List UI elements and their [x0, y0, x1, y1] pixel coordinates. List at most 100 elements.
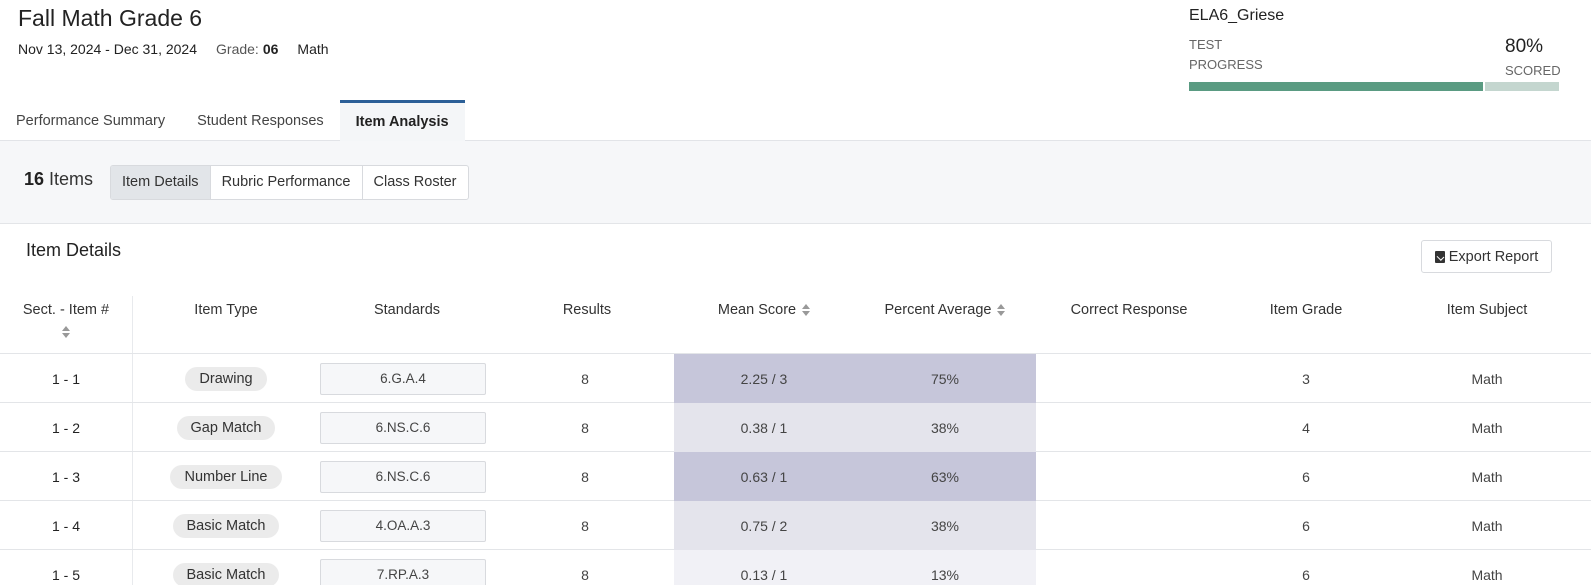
header-percent-average-label: Percent Average: [884, 302, 992, 318]
cell-standards: 6.NS.C.6: [320, 452, 486, 501]
item-analysis-toolbar: 16 Items Item Details Rubric Performance…: [0, 141, 1591, 224]
table-header: Sect. - Item # Item Type Standards Resul…: [0, 296, 1591, 354]
header-results: Results: [562, 302, 612, 318]
cell-mean-score: 0.75 / 2: [674, 501, 854, 550]
export-report-button[interactable]: Export Report: [1421, 240, 1552, 273]
cell-item-subject: Math: [1471, 566, 1503, 583]
table-row[interactable]: 1 - 3 Number Line 6.NS.C.6 8 0.63 / 1 63…: [0, 452, 1591, 501]
cell-correct-response: [1036, 403, 1222, 452]
class-name: ELA6_Griese: [1189, 7, 1285, 24]
cell-item-subject: Math: [1471, 468, 1503, 485]
cell-sect-item: 1 - 2: [51, 419, 80, 436]
cell-standards: 6.G.A.4: [320, 354, 486, 403]
cell-item-grade: 3: [1302, 370, 1310, 387]
sort-icon[interactable]: [997, 304, 1006, 317]
header-sect-item[interactable]: Sect. - Item #: [0, 302, 132, 338]
item-type-badge: Basic Match: [172, 562, 280, 585]
cell-item-type: Drawing: [133, 354, 319, 403]
cell-percent-average: 75%: [854, 354, 1036, 403]
table-row[interactable]: 1 - 5 Basic Match 7.RP.A.3 8 0.13 / 1 13…: [0, 550, 1591, 585]
cell-correct-response: [1036, 550, 1222, 585]
header-item-subject: Item Subject: [1446, 302, 1528, 318]
cell-standards: 7.RP.A.3: [320, 550, 486, 585]
cell-sect-item: 1 - 4: [51, 517, 80, 534]
item-details-table: Sect. - Item # Item Type Standards Resul…: [0, 296, 1591, 585]
view-item-details-button[interactable]: Item Details: [111, 166, 211, 199]
page-title: Fall Math Grade 6: [18, 5, 203, 31]
items-count-number: 16: [24, 169, 45, 189]
progress-percent: 80%: [1505, 36, 1544, 57]
progress-bar: [1189, 82, 1559, 91]
cell-item-grade: 6: [1302, 468, 1310, 485]
table-row[interactable]: 1 - 4 Basic Match 4.OA.A.3 8 0.75 / 2 38…: [0, 501, 1591, 550]
standard-tag[interactable]: 7.RP.A.3: [320, 558, 486, 585]
header-item-grade: Item Grade: [1269, 302, 1343, 318]
assessment-meta: Nov 13, 2024 - Dec 31, 2024 Grade: 06 Ma…: [18, 41, 329, 57]
cell-results: 8: [581, 370, 589, 387]
date-range: Nov 13, 2024 - Dec 31, 2024: [18, 41, 198, 57]
grade-label: Grade:: [216, 41, 259, 57]
item-type-badge: Gap Match: [176, 415, 276, 440]
cell-percent-average: 38%: [854, 501, 1036, 550]
cell-correct-response: [1036, 354, 1222, 403]
cell-standards: 6.NS.C.6: [320, 403, 486, 452]
header-mean-score-label: Mean Score: [717, 302, 797, 318]
subject-label: Math: [297, 41, 329, 57]
view-switcher: Item Details Rubric Performance Class Ro…: [110, 165, 469, 200]
cell-sect-item: 1 - 3: [51, 468, 80, 485]
cell-results: 8: [581, 419, 589, 436]
cell-mean-score: 0.13 / 1: [674, 550, 854, 585]
cell-item-type: Basic Match: [133, 550, 319, 585]
cell-item-type: Gap Match: [133, 403, 319, 452]
view-class-roster-button[interactable]: Class Roster: [363, 166, 468, 199]
assessment-header: Fall Math Grade 6 Nov 13, 2024 - Dec 31,…: [0, 0, 1591, 100]
sort-icon[interactable]: [62, 326, 70, 338]
table-row[interactable]: 1 - 2 Gap Match 6.NS.C.6 8 0.38 / 1 38% …: [0, 403, 1591, 452]
cell-results: 8: [581, 566, 589, 583]
item-type-badge: Basic Match: [172, 513, 280, 538]
header-percent-average[interactable]: Percent Average: [854, 302, 1036, 318]
scored-label: SCORED: [1505, 63, 1561, 78]
cell-mean-score: 0.63 / 1: [674, 452, 854, 501]
cell-sect-item: 1 - 5: [51, 566, 80, 583]
table-row[interactable]: 1 - 1 Drawing 6.G.A.4 8 2.25 / 3 75% 3 M…: [0, 354, 1591, 403]
cell-item-subject: Math: [1471, 370, 1503, 387]
items-count-label: Items: [49, 169, 94, 189]
report-tabs: Performance Summary Student Responses It…: [0, 100, 1591, 141]
cell-item-type: Number Line: [133, 452, 319, 501]
grade-value: 06: [262, 41, 279, 57]
tab-item-analysis[interactable]: Item Analysis: [339, 100, 465, 141]
cell-item-type: Basic Match: [133, 501, 319, 550]
header-mean-score[interactable]: Mean Score: [674, 302, 854, 318]
standard-tag[interactable]: 6.NS.C.6: [320, 411, 486, 444]
test-progress-label: TEST PROGRESS: [1189, 37, 1263, 72]
standard-tag[interactable]: 6.G.A.4: [320, 362, 486, 395]
file-download-icon: [1434, 250, 1445, 263]
standard-tag[interactable]: 6.NS.C.6: [320, 460, 486, 493]
header-standards: Standards: [373, 302, 441, 318]
cell-percent-average: 63%: [854, 452, 1036, 501]
cell-results: 8: [581, 517, 589, 534]
cell-percent-average: 38%: [854, 403, 1036, 452]
cell-item-grade: 6: [1302, 517, 1310, 534]
section-title: Item Details: [26, 240, 122, 260]
header-item-type: Item Type: [194, 302, 258, 318]
cell-correct-response: [1036, 452, 1222, 501]
items-count: 16 Items: [24, 169, 93, 190]
sort-icon[interactable]: [802, 304, 811, 317]
export-report-label: Export Report: [1448, 248, 1539, 265]
cell-percent-average: 13%: [854, 550, 1036, 585]
cell-correct-response: [1036, 501, 1222, 550]
tab-student-responses[interactable]: Student Responses: [181, 100, 340, 141]
cell-item-subject: Math: [1471, 419, 1503, 436]
cell-standards: 4.OA.A.3: [320, 501, 486, 550]
standard-tag[interactable]: 4.OA.A.3: [320, 509, 486, 542]
cell-item-grade: 6: [1302, 566, 1310, 583]
tab-performance-summary[interactable]: Performance Summary: [0, 100, 181, 141]
header-sect-item-label: Sect. - Item #: [22, 302, 110, 318]
progress-bar-fill: [1189, 82, 1483, 91]
cell-item-grade: 4: [1302, 419, 1310, 436]
view-rubric-performance-button[interactable]: Rubric Performance: [211, 166, 363, 199]
item-type-badge: Drawing: [185, 366, 267, 391]
item-type-badge: Number Line: [170, 464, 282, 489]
